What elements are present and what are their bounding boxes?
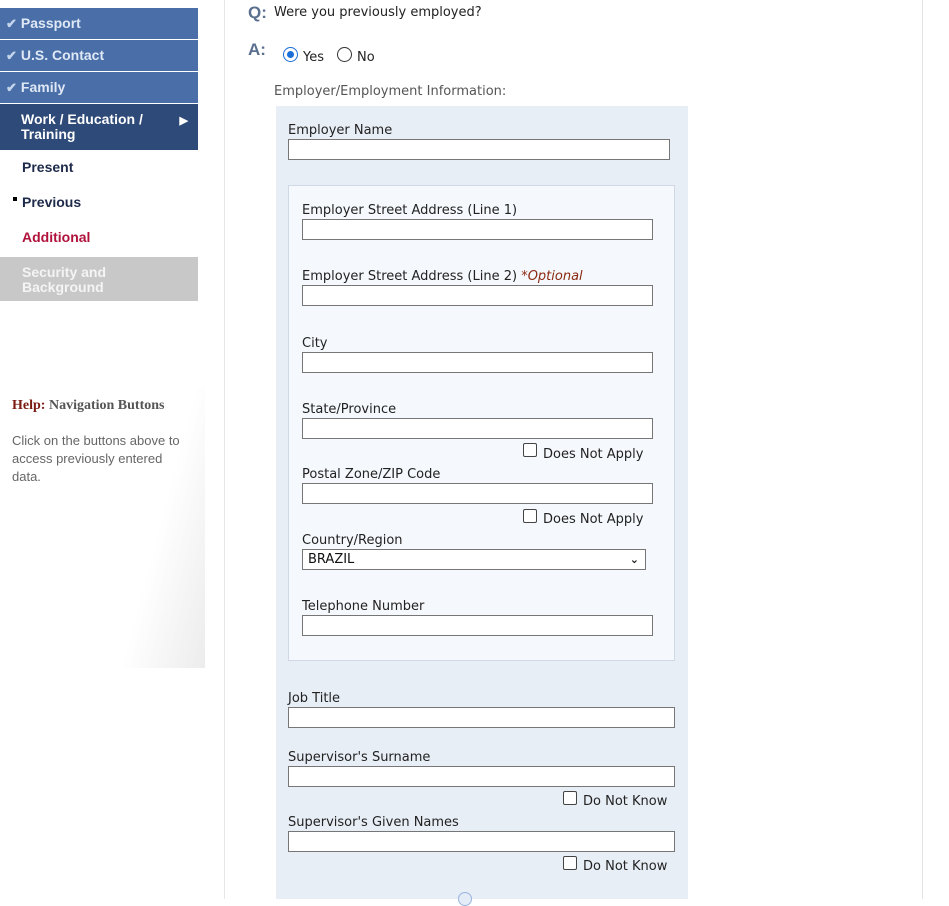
- job-title-label: Job Title: [288, 691, 341, 706]
- city-label: City: [302, 336, 328, 351]
- chevron-down-icon: ⌄: [629, 553, 639, 566]
- nav-item-label-line2: Training: [21, 126, 76, 142]
- state-label: State/Province: [302, 402, 397, 417]
- radio-no-label[interactable]: No: [357, 50, 375, 65]
- optional-tag: *Optional: [521, 269, 583, 284]
- sidebar: ✔ Passport ✔ U.S. Contact ✔ Family Work / E…: [0, 0, 225, 899]
- help-title-rest: Navigation Buttons: [48, 398, 165, 413]
- checkmark-icon: ✔: [6, 16, 17, 31]
- radio-no[interactable]: [337, 47, 352, 62]
- address-line2-label-text: Employer Street Address (Line 2): [302, 269, 518, 284]
- telephone-input[interactable]: [302, 615, 653, 636]
- supervisor-surname-label: Supervisor's Surname: [288, 750, 431, 765]
- sub-nav-present[interactable]: Present: [22, 159, 73, 175]
- employer-name-label: Employer Name: [288, 123, 393, 138]
- content-right-border: [922, 0, 923, 899]
- telephone-label: Telephone Number: [302, 599, 425, 614]
- nav-item-passport[interactable]: ✔ Passport: [0, 8, 198, 39]
- sub-nav-additional[interactable]: Additional: [22, 229, 90, 245]
- supervisor-given-label: Supervisor's Given Names: [288, 815, 459, 830]
- country-label: Country/Region: [302, 533, 403, 548]
- employer-name-input[interactable]: [288, 139, 670, 160]
- checkmark-icon: ✔: [6, 48, 17, 63]
- nav-item-label-line1: Work / Education /: [21, 111, 143, 127]
- state-input[interactable]: [302, 418, 653, 439]
- nav-item-label: Passport: [20, 15, 81, 31]
- postal-does-not-apply-checkbox[interactable]: [523, 509, 537, 523]
- surname-do-not-know-label[interactable]: Do Not Know: [583, 794, 667, 809]
- job-title-input[interactable]: [288, 707, 675, 728]
- address-line2-label: Employer Street Address (Line 2) *Option…: [302, 269, 583, 284]
- section-label: Employer/Employment Information:: [274, 84, 507, 99]
- address-line1-input[interactable]: [302, 219, 653, 240]
- given-do-not-know-label[interactable]: Do Not Know: [583, 859, 667, 874]
- help-title: Help: Navigation Buttons: [12, 398, 164, 414]
- surname-do-not-know-checkbox[interactable]: [563, 791, 577, 805]
- nav-item-label: U.S. Contact: [20, 47, 105, 63]
- address-line1-label: Employer Street Address (Line 1): [302, 203, 518, 218]
- state-does-not-apply-checkbox[interactable]: [523, 443, 537, 457]
- given-do-not-know-checkbox[interactable]: [563, 856, 577, 870]
- checkmark-icon: ✔: [6, 80, 17, 95]
- postal-input[interactable]: [302, 483, 653, 504]
- city-input[interactable]: [302, 352, 653, 373]
- state-does-not-apply-label[interactable]: Does Not Apply: [543, 447, 643, 462]
- address-line2-input[interactable]: [302, 285, 653, 306]
- triangle-right-icon: ▶: [179, 115, 188, 127]
- radio-yes[interactable]: [283, 47, 298, 62]
- current-marker-icon: [13, 197, 17, 201]
- question-letter: Q:: [248, 3, 267, 22]
- add-another-icon[interactable]: [458, 892, 472, 906]
- question-text: Were you previously employed?: [274, 5, 482, 20]
- nav-item-security-background: Security and Background: [0, 257, 198, 301]
- help-box: Help: Navigation Buttons Click on the bu…: [0, 388, 205, 668]
- answer-letter: A:: [248, 40, 266, 59]
- help-title-strong: Help:: [12, 398, 46, 413]
- nav-item-work-education-training[interactable]: Work / Education / Training ▶: [0, 104, 198, 150]
- nav-item-us-contact[interactable]: ✔ U.S. Contact: [0, 40, 198, 71]
- radio-yes-label[interactable]: Yes: [303, 50, 324, 65]
- country-select[interactable]: BRAZIL ⌄: [302, 549, 646, 570]
- supervisor-surname-input[interactable]: [288, 766, 675, 787]
- help-text: Click on the buttons above to access pre…: [12, 433, 180, 484]
- country-select-value: BRAZIL: [308, 552, 355, 567]
- postal-does-not-apply-label[interactable]: Does Not Apply: [543, 512, 643, 527]
- nav-item-label: Family: [20, 79, 66, 95]
- sub-nav-label: Previous: [22, 194, 82, 210]
- postal-label: Postal Zone/ZIP Code: [302, 467, 441, 482]
- nav-item-label-line2: Background: [22, 279, 104, 295]
- nav-item-label-line1: Security and: [22, 264, 107, 280]
- sub-nav-previous[interactable]: Previous: [13, 194, 82, 210]
- nav-item-family[interactable]: ✔ Family: [0, 72, 198, 103]
- supervisor-given-input[interactable]: [288, 831, 675, 852]
